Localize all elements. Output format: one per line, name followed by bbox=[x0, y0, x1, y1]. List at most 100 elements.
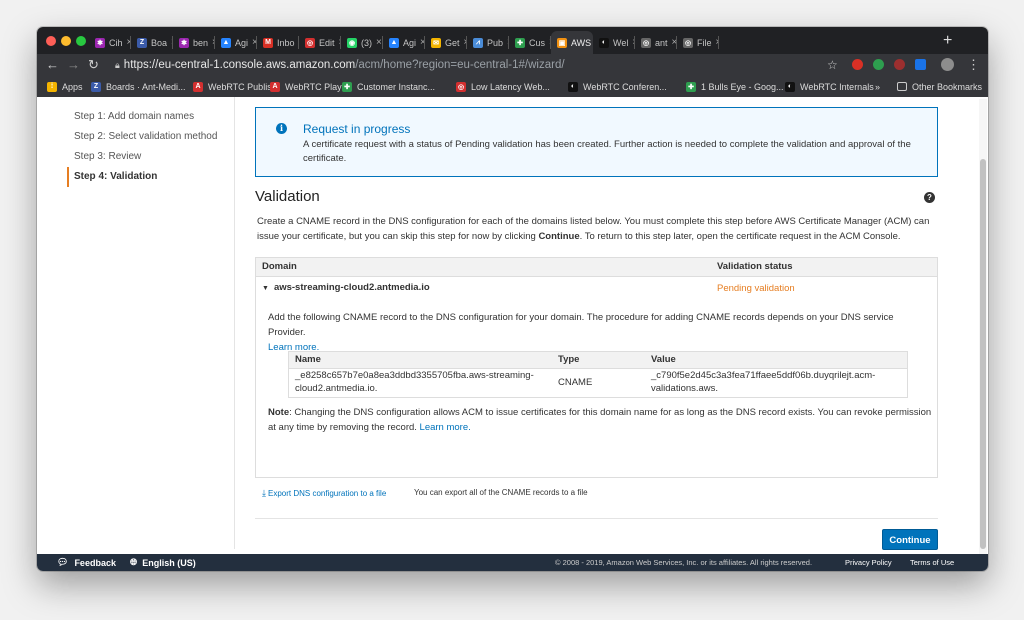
domain-row-toggle[interactable]: ▼ aws-streaming-cloud2.antmedia.io bbox=[262, 282, 430, 293]
actions-divider bbox=[255, 518, 938, 519]
tab-label: Get bbox=[445, 37, 460, 48]
wizard-steps: Step 1: Add domain names Step 2: Select v… bbox=[67, 107, 247, 187]
validation-intro: Create a CNAME record in the DNS configu… bbox=[257, 214, 937, 244]
intro-continue-bold: Continue bbox=[538, 231, 580, 242]
browser-tab[interactable]: ✚Cus× bbox=[509, 31, 551, 54]
other-bookmarks[interactable]: Other Bookmarks bbox=[897, 76, 982, 97]
bookmark-favicon-icon: ⁞ bbox=[47, 81, 57, 92]
bookmark-item[interactable]: A WebRTC Player bbox=[270, 76, 350, 97]
browser-tab[interactable]: ◉ (3) × bbox=[341, 31, 383, 54]
tab-label: Cus bbox=[529, 37, 546, 48]
globe-icon: 🌐︎ bbox=[130, 557, 138, 567]
browser-tab[interactable]: ▲ Agi × bbox=[383, 31, 425, 54]
note-label: Note bbox=[268, 407, 290, 418]
bookmark-label: WebRTC Conferen... bbox=[583, 81, 667, 92]
language-selector[interactable]: 🌐︎ English (US) bbox=[130, 557, 196, 568]
tab-label: Agi bbox=[403, 37, 417, 48]
col-validation-status: Validation status bbox=[717, 261, 793, 272]
col-name: Name bbox=[295, 354, 321, 365]
browser-tab[interactable]: ▣AWS× bbox=[551, 31, 593, 54]
request-in-progress-alert: i Request in progress A certificate requ… bbox=[255, 107, 938, 177]
note-learn-more-link[interactable]: Learn more. bbox=[420, 422, 471, 433]
profile-avatar[interactable] bbox=[941, 58, 954, 71]
bookmark-item[interactable]: A WebRTC Publish bbox=[193, 76, 277, 97]
bookmark-label: WebRTC Internals bbox=[800, 81, 874, 92]
extension-icon-red[interactable] bbox=[852, 59, 863, 70]
address-bar[interactable]: 🔒︎ https://eu-central-1.console.aws.amazo… bbox=[115, 56, 565, 74]
browser-tab[interactable]: ZBoa× bbox=[131, 31, 173, 54]
bookmark-item[interactable]: Z Boards · Ant-Medi... bbox=[91, 76, 186, 97]
bookmark-item[interactable]: ⁞ Apps bbox=[47, 76, 83, 97]
scrollbar[interactable] bbox=[979, 99, 987, 554]
tab-close-icon[interactable]: × bbox=[376, 37, 382, 48]
wizard-step-3[interactable]: Step 3: Review bbox=[67, 147, 247, 167]
bookmark-label: Low Latency Web... bbox=[471, 81, 550, 92]
domain-table: Domain Validation status ▼ aws-streaming-… bbox=[255, 257, 938, 478]
page-title: Validation bbox=[255, 188, 320, 205]
bookmark-item[interactable]: ✚ Customer Instanc... bbox=[342, 76, 435, 97]
feedback-link[interactable]: 💬︎ Feedback bbox=[57, 557, 116, 568]
scrollbar-thumb[interactable] bbox=[980, 159, 986, 549]
browser-tab[interactable]: ◎ ant × bbox=[635, 31, 677, 54]
browser-tab[interactable]: ▲ Agi × bbox=[215, 31, 257, 54]
maximize-window-icon[interactable] bbox=[76, 36, 86, 46]
terms-of-use-link[interactable]: Terms of Use bbox=[910, 558, 954, 567]
copyright: © 2008 - 2019, Amazon Web Services, Inc.… bbox=[555, 558, 813, 567]
bookmark-favicon-icon: Z bbox=[91, 81, 101, 92]
bookmark-label: Boards · Ant-Medi... bbox=[106, 81, 186, 92]
extension-icon-blue[interactable] bbox=[915, 59, 926, 70]
bookmark-item[interactable]: ◐ WebRTC Internals bbox=[785, 76, 874, 97]
record-value[interactable]: _c790f5e2d45c3a3fea71ffaee5ddf06b.duyqri… bbox=[651, 369, 901, 395]
bookmark-item[interactable]: ◐ WebRTC Conferen... bbox=[568, 76, 667, 97]
bookmark-star-icon[interactable]: ☆ bbox=[827, 57, 838, 73]
tab-favicon-icon: ⩘ bbox=[473, 37, 483, 48]
intro-text-2: . To return to this step later, open the… bbox=[579, 231, 901, 242]
url-host: https://eu-central-1.console.aws.amazon.… bbox=[123, 59, 356, 71]
tab-favicon-icon: ✚ bbox=[515, 37, 525, 48]
bookmark-item[interactable]: ✚ 1 Bulls Eye - Goog... bbox=[686, 76, 784, 97]
cname-instructions: Add the following CNAME record to the DN… bbox=[268, 310, 933, 355]
browser-tab[interactable]: ✱ben× bbox=[173, 31, 215, 54]
record-type[interactable]: CNAME bbox=[558, 376, 592, 389]
browser-tab[interactable]: ✱ Cih × bbox=[89, 31, 131, 54]
tab-label: Boa bbox=[151, 37, 168, 48]
other-bookmarks-label: Other Bookmarks bbox=[912, 81, 983, 92]
tab-favicon-icon: ◎ bbox=[683, 37, 693, 48]
help-icon[interactable]: ? bbox=[924, 192, 935, 203]
bookmarks-overflow[interactable]: » bbox=[875, 76, 880, 97]
tab-favicon-icon: ◎ bbox=[641, 37, 651, 48]
forward-icon[interactable]: → bbox=[67, 57, 80, 73]
back-icon[interactable]: ← bbox=[46, 57, 59, 73]
privacy-policy-link[interactable]: Privacy Policy bbox=[845, 558, 892, 567]
cname-record-table: Name Type Value _e8258c657b7e0a8ea3ddbd3… bbox=[288, 351, 908, 398]
export-dns-link[interactable]: ⤓ Export DNS configuration to a file bbox=[262, 488, 386, 499]
wizard-step-1[interactable]: Step 1: Add domain names bbox=[67, 107, 247, 127]
extension-icon-green[interactable] bbox=[873, 59, 884, 70]
continue-button[interactable]: Continue bbox=[882, 529, 938, 550]
bookmark-item[interactable]: ◎ Low Latency Web... bbox=[456, 76, 550, 97]
browser-tab[interactable]: ◐Wel× bbox=[593, 31, 635, 54]
lock-icon: 🔒︎ bbox=[115, 60, 120, 70]
tab-label: Agi bbox=[235, 37, 249, 48]
browser-tab[interactable]: ◎File× bbox=[677, 31, 719, 54]
browser-tab[interactable]: ✉Get× bbox=[425, 31, 467, 54]
reload-icon[interactable]: ↻ bbox=[88, 57, 99, 73]
new-tab-button[interactable]: + bbox=[943, 32, 952, 50]
minimize-window-icon[interactable] bbox=[61, 36, 71, 46]
bookmark-favicon-icon: ◐ bbox=[785, 81, 795, 92]
col-domain: Domain bbox=[262, 261, 297, 272]
menu-icon[interactable]: ⋮ bbox=[967, 57, 980, 73]
wizard-step-2[interactable]: Step 2: Select validation method bbox=[67, 127, 247, 147]
tab-label: AWS bbox=[571, 37, 592, 48]
wizard-step-4: Step 4: Validation bbox=[67, 167, 247, 187]
browser-tab[interactable]: ⩘Pub× bbox=[467, 31, 509, 54]
close-window-icon[interactable] bbox=[46, 36, 56, 46]
browser-toolbar: ← → ↻ 🔒︎ https://eu-central-1.console.aws… bbox=[37, 54, 988, 76]
sidebar-divider bbox=[234, 97, 235, 549]
tab-label: Edit bbox=[319, 37, 335, 48]
browser-tab[interactable]: MInbo× bbox=[257, 31, 299, 54]
extension-icon-grey[interactable] bbox=[894, 59, 905, 70]
record-name[interactable]: _e8258c657b7e0a8ea3ddbd3355705fba.aws-st… bbox=[295, 369, 545, 395]
info-icon: i bbox=[276, 123, 287, 134]
browser-tab[interactable]: ◎Edit× bbox=[299, 31, 341, 54]
